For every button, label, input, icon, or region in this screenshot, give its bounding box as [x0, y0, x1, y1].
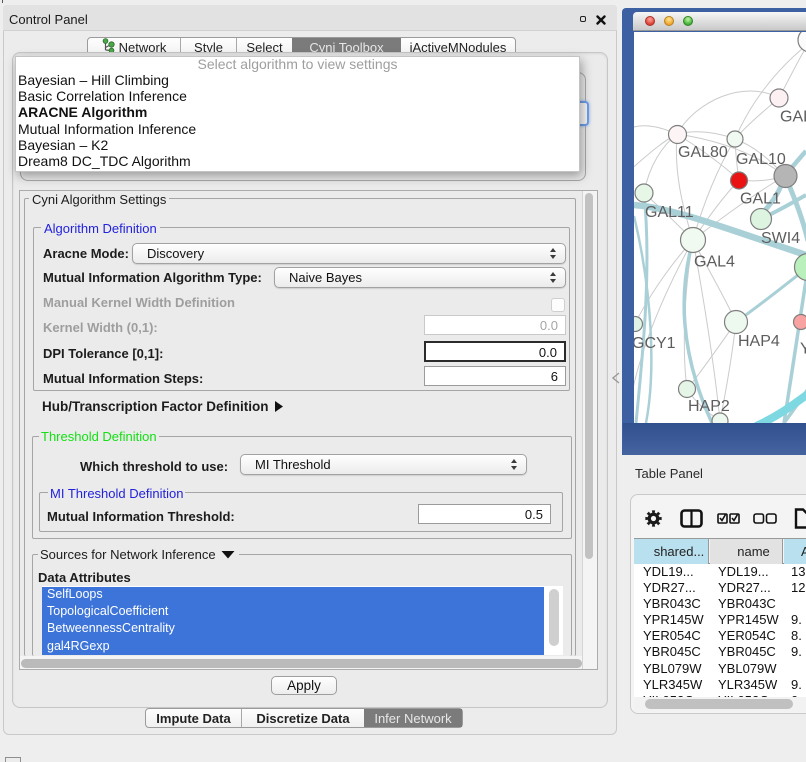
svg-text:SWI4: SWI4: [761, 230, 800, 247]
svg-text:GCY1: GCY1: [634, 335, 676, 352]
svg-text:HAP2: HAP2: [688, 398, 730, 415]
svg-text:GAL1: GAL1: [740, 191, 781, 208]
svg-text:Y: Y: [800, 341, 806, 358]
svg-text:GAL10: GAL10: [736, 151, 786, 168]
svg-text:GAL80: GAL80: [678, 144, 728, 161]
svg-text:GAL4: GAL4: [694, 254, 735, 271]
svg-text:GAL11: GAL11: [645, 204, 694, 221]
svg-text:HAP4: HAP4: [738, 333, 780, 350]
svg-text:GAL7: GAL7: [780, 109, 806, 126]
